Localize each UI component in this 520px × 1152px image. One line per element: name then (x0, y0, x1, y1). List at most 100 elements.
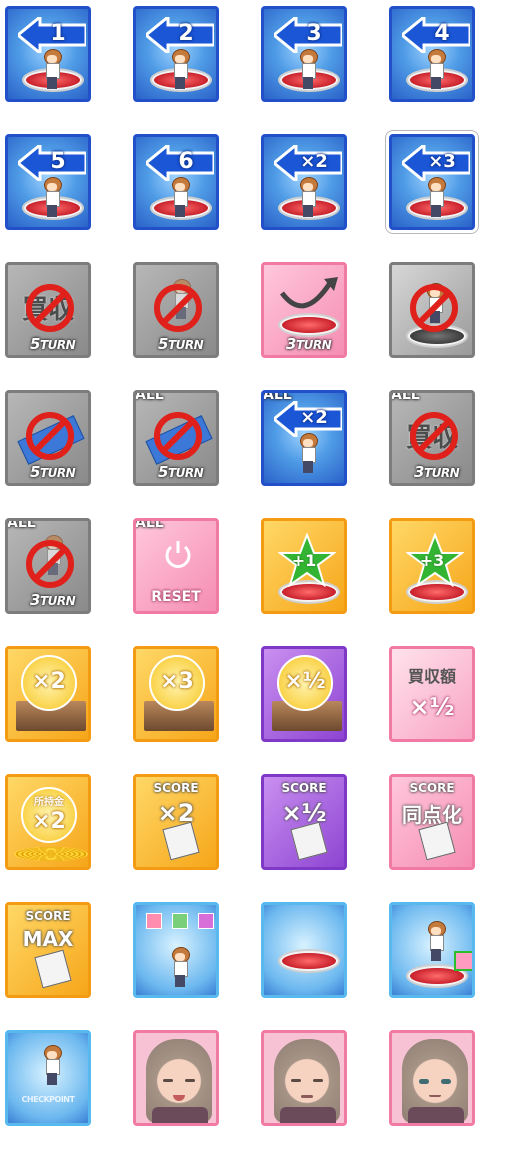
character (427, 921, 446, 963)
character (43, 177, 62, 219)
score-label: SCORE (281, 781, 327, 795)
score-value: MAX (22, 927, 74, 951)
back-5-card[interactable]: 5 (5, 134, 91, 230)
checkpoint-card[interactable]: CHECKPOINT (5, 1030, 91, 1126)
back-6-card[interactable]: 6 (133, 134, 219, 230)
buyout-amount-half-card[interactable]: 買収額 ×½ (389, 646, 475, 742)
all-back-x2-card[interactable]: ALL ×2 (261, 390, 347, 486)
eye (163, 1079, 173, 1082)
plus3-card[interactable]: +3 (389, 518, 475, 614)
back-1-card[interactable]: 1 (5, 6, 91, 102)
score-half-card[interactable]: SCORE ×½ (261, 774, 347, 870)
man-face-card-2[interactable] (261, 1030, 347, 1126)
red-pad (280, 315, 338, 335)
score-label: SCORE (153, 781, 199, 795)
turn-label: 5TURN (30, 463, 76, 481)
desk-half-card[interactable]: ×½ (261, 646, 347, 742)
score-x2-card[interactable]: SCORE ×2 (133, 774, 219, 870)
plus-number: +1 (291, 551, 317, 570)
sweater (280, 1107, 336, 1123)
all-reset-card[interactable]: ALL RESET (133, 518, 219, 614)
move-number: 1 (50, 21, 66, 46)
move-number: 2 (178, 21, 194, 46)
paper-pen-icon (162, 821, 200, 861)
coins-pile (14, 847, 88, 861)
checkpoint-text: CHECKPOINT (21, 1095, 75, 1104)
power-icon (165, 541, 191, 568)
no-card-5turn-card[interactable]: 5TURN (5, 390, 91, 486)
move-number: 3 (306, 21, 322, 46)
man-face-card-1[interactable] (133, 1030, 219, 1126)
curve-arrow-icon (279, 277, 338, 309)
move-multiplier: ×2 (300, 407, 328, 428)
back-3-card[interactable]: 3 (261, 6, 347, 102)
score-label: SCORE (409, 781, 455, 795)
turn-label: 3TURN (30, 591, 76, 609)
warp-card[interactable] (261, 902, 347, 998)
turn-label: 3TURN (414, 463, 460, 481)
back-2-card[interactable]: 2 (133, 6, 219, 102)
back-x2-card[interactable]: ×2 (261, 134, 347, 230)
eye (419, 1079, 429, 1084)
mouth (301, 1095, 313, 1098)
score-label: SCORE (25, 909, 71, 923)
coin-icon: ×2 (21, 655, 77, 711)
turn-label: 5TURN (30, 335, 76, 353)
ban-icon (154, 412, 202, 460)
character (171, 947, 190, 989)
reset-text: RESET (151, 589, 201, 605)
no-steal-5turn-card[interactable]: 5TURN (133, 262, 219, 358)
all-label: ALL (135, 518, 164, 531)
character (43, 1045, 62, 1087)
plus1-card[interactable]: +1 (261, 518, 347, 614)
character (427, 49, 446, 91)
back-x3-card[interactable]: ×3 (385, 130, 479, 234)
move-multiplier: ×3 (428, 151, 456, 172)
move-multiplier: ×2 (300, 151, 328, 172)
ban-icon (410, 284, 458, 332)
all-label: ALL (391, 390, 420, 403)
ban-icon (154, 284, 202, 332)
gather-card[interactable] (133, 902, 219, 998)
coin-icon: ×3 (149, 655, 205, 711)
eye (313, 1079, 323, 1082)
paper-pen-icon (290, 821, 328, 861)
all-no-buyout-3turn-card[interactable]: ALL 買収 3TURN (389, 390, 475, 486)
sweater (408, 1107, 464, 1123)
man-face-card-3[interactable] (389, 1030, 475, 1126)
all-no-steal-3turn-card[interactable]: ALL 3TURN (5, 518, 91, 614)
all-label: ALL (7, 518, 36, 531)
move-number: 5 (50, 149, 66, 174)
turn-label: 5TURN (158, 335, 204, 353)
eye (441, 1079, 451, 1084)
character (171, 49, 190, 91)
no-buyout-5turn-card[interactable]: 買収 5TURN (5, 262, 91, 358)
desk-x2-card[interactable]: ×2 (5, 646, 91, 742)
money-x2-card[interactable]: 所持金 ×2 (5, 774, 91, 870)
avatar (198, 913, 214, 929)
coin-icon: ×½ (277, 655, 333, 711)
ban-icon (26, 412, 74, 460)
character (427, 177, 446, 219)
character (171, 177, 190, 219)
score-max-card[interactable]: SCORE MAX (5, 902, 91, 998)
paper-pen-icon (34, 949, 72, 989)
all-no-card-5turn-card[interactable]: ALL 5TURN (133, 390, 219, 486)
score-equal-card[interactable]: SCORE 同点化 (389, 774, 475, 870)
mouth (429, 1095, 441, 1097)
no-move-card[interactable] (389, 262, 475, 358)
all-label: ALL (135, 390, 164, 403)
avatar (172, 913, 188, 929)
character (299, 49, 318, 91)
eye (291, 1079, 301, 1082)
character (43, 49, 62, 91)
score-value: 同点化 (402, 803, 462, 827)
avatar (146, 913, 162, 929)
desk-x3-card[interactable]: ×3 (133, 646, 219, 742)
eye (185, 1079, 195, 1082)
half-text: ×½ (409, 693, 455, 721)
plus-number: +3 (419, 551, 445, 570)
jump-3turn-card[interactable]: 3TURN (261, 262, 347, 358)
back-4-card[interactable]: 4 (389, 6, 475, 102)
swap-card[interactable] (389, 902, 475, 998)
